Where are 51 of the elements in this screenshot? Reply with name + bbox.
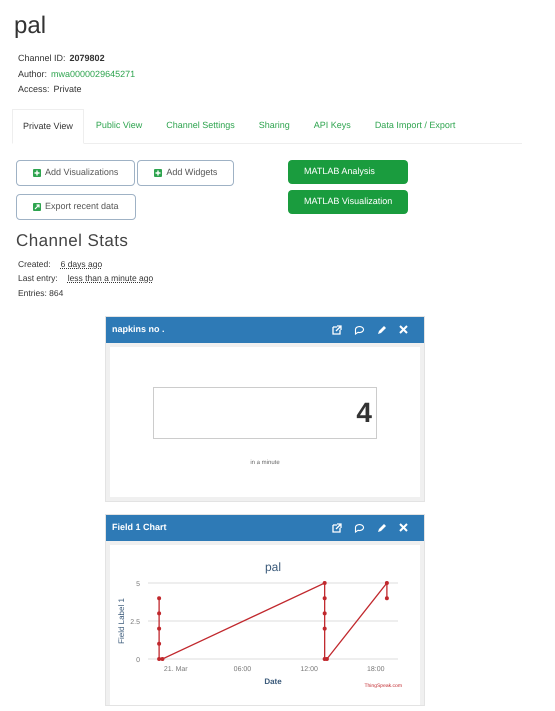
channel-title: pal	[14, 11, 48, 41]
plus-icon	[33, 169, 41, 177]
stat-label: Created:	[18, 258, 51, 270]
info-label: Channel ID:	[18, 52, 66, 65]
external-link-icon[interactable]	[332, 522, 342, 533]
tab[interactable]: Public View	[84, 108, 154, 143]
tab[interactable]: Private View	[12, 108, 84, 144]
widget-title: napkins no .	[112, 323, 165, 336]
tab[interactable]: Channel Settings	[154, 108, 247, 143]
y-axis-label: Field Label 1	[117, 598, 126, 644]
action-button[interactable]: Export recent data	[16, 194, 136, 220]
data-point	[157, 626, 162, 630]
pencil-icon[interactable]	[377, 324, 387, 335]
action-button[interactable]: Add Widgets	[137, 160, 234, 186]
comment-icon[interactable]	[354, 324, 365, 335]
action-button[interactable]: Add Visualizations	[16, 160, 136, 186]
comment-icon[interactable]	[354, 522, 365, 533]
stat-label: Entries: 864	[18, 287, 64, 300]
matlab-button[interactable]: MATLAB Analysis	[288, 160, 408, 184]
info-value: Private	[54, 83, 82, 96]
data-point	[384, 596, 389, 600]
chart-title: pal	[265, 560, 281, 574]
data-point	[322, 626, 327, 630]
pencil-icon[interactable]	[377, 522, 387, 533]
external-link-icon[interactable]	[332, 324, 342, 335]
plus-icon	[154, 169, 162, 177]
info-value: 2079802	[70, 52, 105, 65]
data-point	[322, 580, 327, 585]
author-link[interactable]: mwa0000029645271	[51, 68, 136, 81]
tab[interactable]: Sharing	[246, 108, 302, 143]
close-icon[interactable]	[399, 325, 408, 334]
export-icon	[33, 203, 41, 211]
stat-value: less than a minute ago	[68, 272, 154, 285]
close-icon[interactable]	[399, 523, 408, 532]
widget-title: Field 1 Chart	[112, 521, 167, 534]
data-point	[157, 642, 162, 646]
stat-value: 6 days ago	[60, 258, 102, 270]
data-point	[322, 611, 327, 616]
x-axis-label: Date	[264, 676, 282, 686]
stat-label: Last entry:	[18, 272, 58, 285]
info-label: Access:	[18, 83, 50, 96]
data-point	[384, 580, 389, 585]
section-heading: Channel Stats	[16, 230, 130, 252]
data-point	[157, 611, 162, 616]
data-point	[322, 596, 327, 600]
matlab-button[interactable]: MATLAB Visualization	[288, 190, 408, 214]
tab[interactable]: Data Import / Export	[362, 108, 468, 143]
numeric-value: 4	[356, 396, 372, 430]
data-point	[157, 596, 162, 600]
tab[interactable]: API Keys	[302, 108, 363, 143]
info-label: Author:	[18, 68, 48, 80]
